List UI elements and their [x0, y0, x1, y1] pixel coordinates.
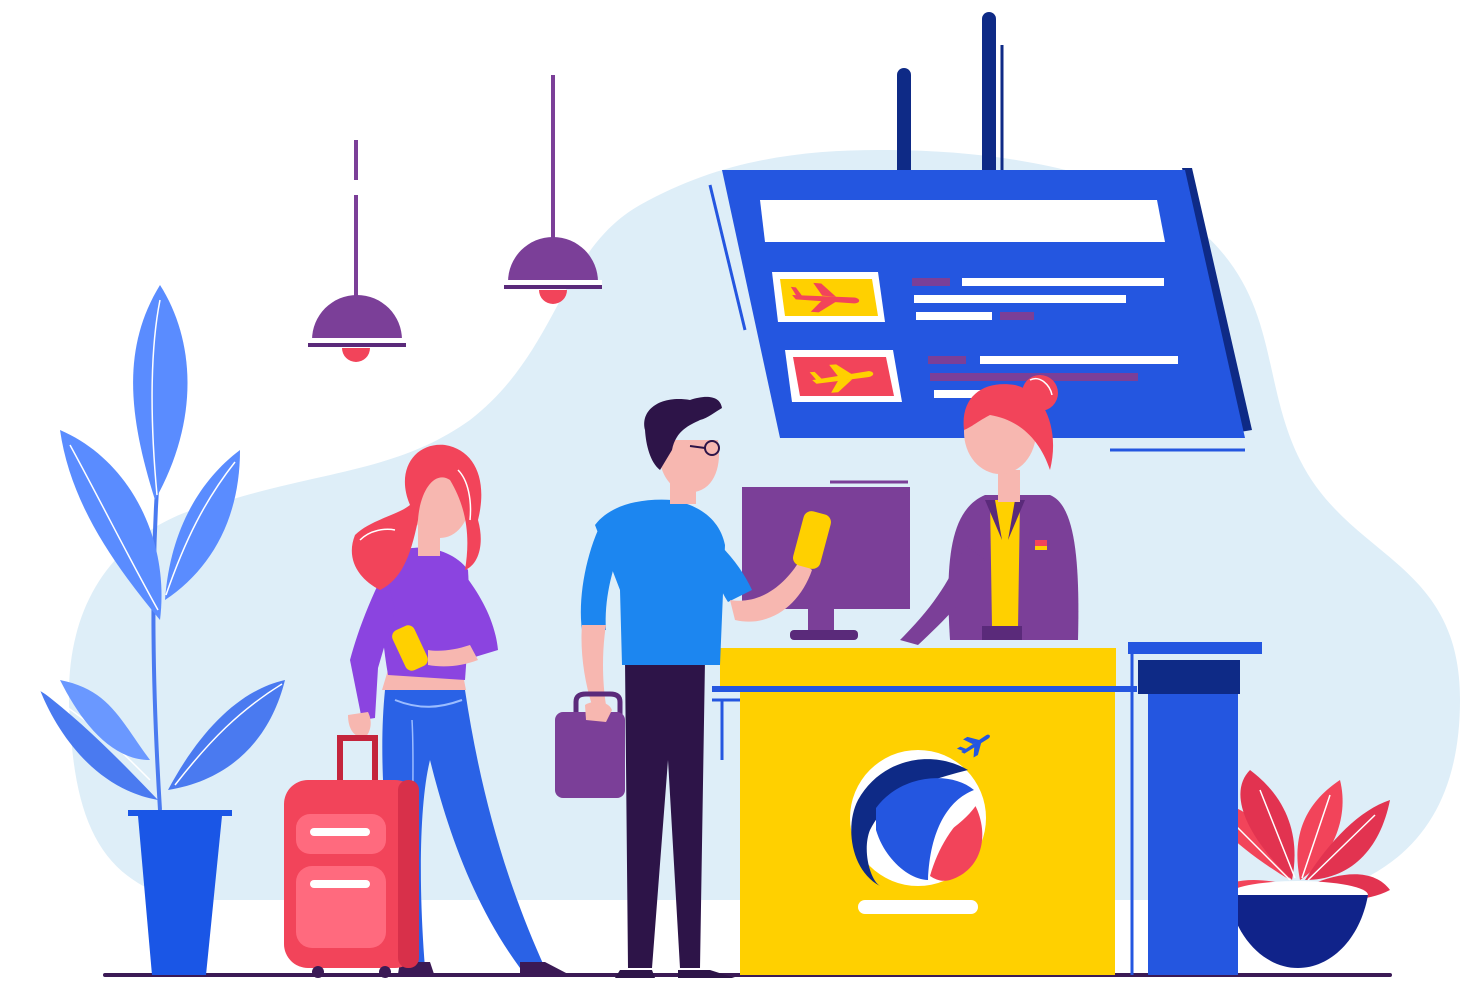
check-in-counter: [712, 642, 1262, 975]
departure-board: [708, 12, 1252, 452]
pendant-lamp-right: [504, 75, 602, 304]
pendant-lamp-left: [308, 140, 406, 362]
airport-check-in-illustration: [39, 12, 1461, 978]
